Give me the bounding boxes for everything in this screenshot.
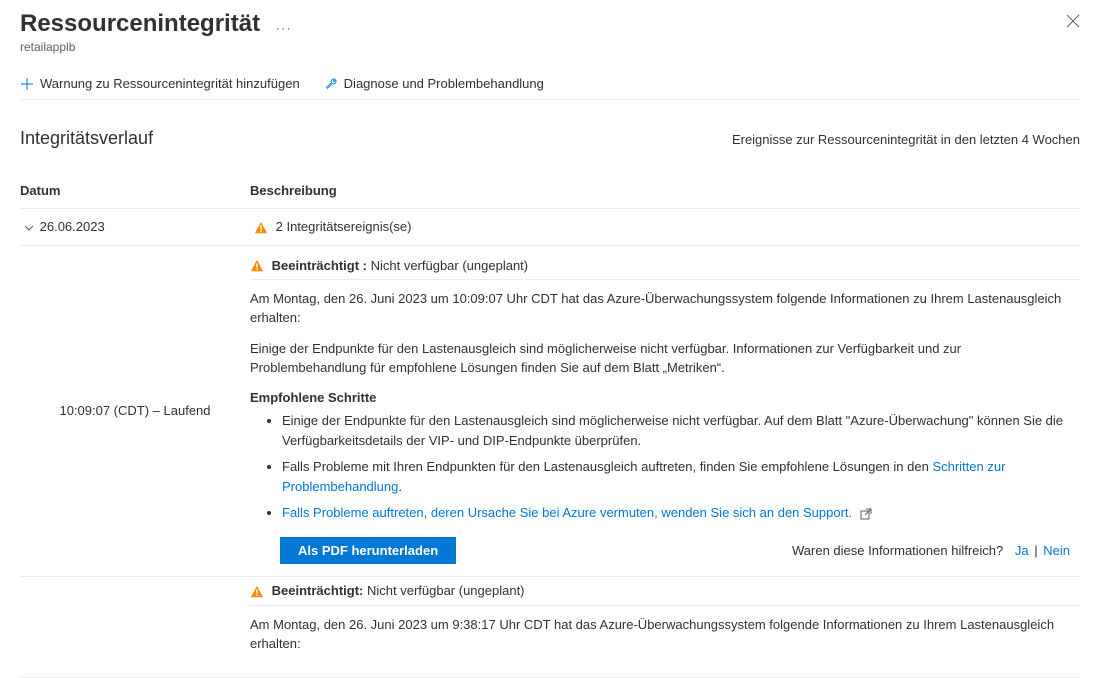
feedback-question: Waren diese Informationen hilfreich? <box>792 543 1003 558</box>
col-date: Datum <box>20 177 250 209</box>
step-item: Falls Probleme mit Ihren Endpunkten für … <box>282 457 1080 497</box>
feedback-prompt: Waren diese Informationen hilfreich? Ja … <box>792 543 1070 558</box>
recommended-steps: Einige der Endpunkte für den Lastenausgl… <box>250 411 1080 524</box>
diagnose-label: Diagnose und Problembehandlung <box>344 76 544 91</box>
feedback-yes[interactable]: Ja <box>1015 543 1029 558</box>
resource-name: retailapplb <box>20 40 1080 54</box>
event-message-1: Am Montag, den 26. Juni 2023 um 10:09:07… <box>250 290 1080 328</box>
command-bar: Warnung zu Ressourcenintegrität hinzufüg… <box>20 76 1080 91</box>
history-section: Integritätsverlauf Ereignisse zur Ressou… <box>20 128 1080 678</box>
chevron-down-icon <box>24 219 36 234</box>
event-message-2: Einige der Endpunkte für den Lastenausgl… <box>250 340 1080 378</box>
event-status-detail: Nicht verfügbar (ungeplant) <box>367 583 525 598</box>
step-item: Falls Probleme auftreten, deren Ursache … <box>282 503 1080 523</box>
history-table: Datum Beschreibung 26.06.2023 2 Integrit… <box>20 177 1080 678</box>
table-header-row: Datum Beschreibung <box>20 177 1080 209</box>
row-date: 26.06.2023 <box>40 219 105 234</box>
wrench-icon <box>324 77 338 91</box>
diagnose-button[interactable]: Diagnose und Problembehandlung <box>324 76 544 91</box>
more-menu[interactable]: ··· <box>276 21 293 35</box>
warning-icon <box>250 259 264 273</box>
event-message-1: Am Montag, den 26. Juni 2023 um 9:38:17 … <box>250 616 1080 654</box>
section-meta: Ereignisse zur Ressourcenintegrität in d… <box>732 132 1080 147</box>
table-row[interactable]: 26.06.2023 2 Integritätsereignis(se) <box>20 209 1080 246</box>
plus-icon <box>20 77 34 91</box>
event-status: Beeinträchtigt: <box>272 583 364 598</box>
section-title: Integritätsverlauf <box>20 128 153 149</box>
warning-icon <box>250 585 264 599</box>
page-title: Ressourcenintegrität <box>20 10 260 38</box>
event-footer: Als PDF herunterladen Waren diese Inform… <box>250 537 1080 564</box>
event-status-detail: Nicht verfügbar (ungeplant) <box>371 258 529 273</box>
event-status-line: Beeinträchtigt : Nicht verfügbar (ungepl… <box>250 258 1080 281</box>
close-icon[interactable] <box>1066 12 1080 33</box>
event-time: 10:09:07 (CDT) – Laufend <box>59 403 210 418</box>
row-desc: 2 Integritätsereignis(se) <box>276 219 412 234</box>
toolbar-divider <box>20 99 1080 100</box>
section-header: Integritätsverlauf Ereignisse zur Ressou… <box>20 128 1080 149</box>
table-row-event: Beeinträchtigt: Nicht verfügbar (ungepla… <box>20 577 1080 678</box>
warning-icon <box>254 221 268 235</box>
support-link[interactable]: Falls Probleme auftreten, deren Ursache … <box>282 505 852 520</box>
event-status-line: Beeinträchtigt: Nicht verfügbar (ungepla… <box>250 583 1080 606</box>
add-alert-button[interactable]: Warnung zu Ressourcenintegrität hinzufüg… <box>20 76 300 91</box>
table-row-event: 10:09:07 (CDT) – Laufend Beeinträchtigt … <box>20 245 1080 577</box>
feedback-no[interactable]: Nein <box>1043 543 1070 558</box>
event-status: Beeinträchtigt : <box>272 258 367 273</box>
step-item: Einige der Endpunkte für den Lastenausgl… <box>282 411 1080 451</box>
blade-header: Ressourcenintegrität ··· retailapplb <box>20 10 1080 54</box>
download-pdf-button[interactable]: Als PDF herunterladen <box>280 537 456 564</box>
add-alert-label: Warnung zu Ressourcenintegrität hinzufüg… <box>40 76 300 91</box>
external-link-icon <box>860 508 872 520</box>
col-desc: Beschreibung <box>250 177 1080 209</box>
steps-heading: Empfohlene Schritte <box>250 390 1080 405</box>
